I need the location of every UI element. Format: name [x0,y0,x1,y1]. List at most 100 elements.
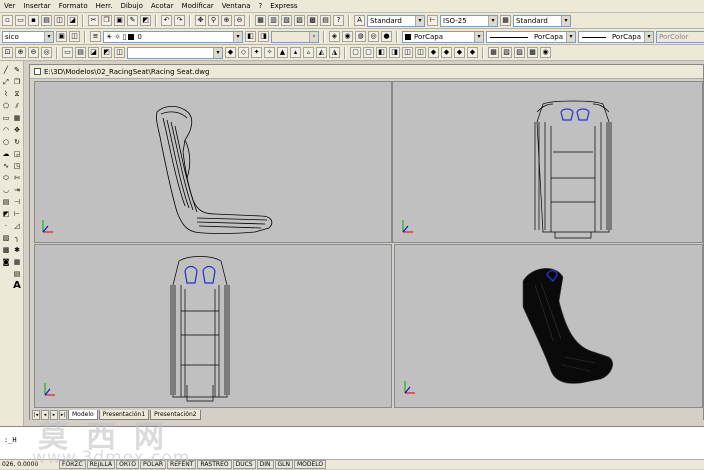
view-front-icon[interactable]: ◫ [402,47,413,58]
status-ortho-button[interactable]: ORTO [116,460,139,469]
array-icon[interactable]: ▦ [12,113,22,123]
command-line[interactable]: :_H [0,426,704,459]
color-select[interactable]: PorCapa ▾ [402,30,484,43]
multiline-text-icon[interactable]: ▤ [12,269,22,279]
status-model-button[interactable]: MODELO [293,460,327,469]
view-sw-iso-icon[interactable]: ◆ [428,47,439,58]
landscape-icon[interactable]: ▲ [277,47,288,58]
tab-presentacion1[interactable]: Presentación1 [98,410,150,420]
menu-acotar[interactable]: Acotar [147,2,178,10]
join-icon[interactable]: ⊢ [12,209,22,219]
view-right-icon[interactable]: ◨ [389,47,400,58]
region-icon[interactable]: ◙ [1,257,11,267]
tab-presentacion2[interactable]: Presentación2 [150,410,201,420]
move-icon[interactable]: ✥ [12,125,22,135]
tab-prev-icon[interactable]: ◂ [41,410,49,420]
named-views-icon[interactable]: ▭ [62,47,73,58]
fog-icon[interactable]: ▴ [290,47,301,58]
menu-ventana[interactable]: Ventana [218,2,255,10]
table-tool-icon[interactable]: ▦ [12,257,22,267]
text-tool-icon[interactable]: A [12,281,22,291]
material-icon[interactable]: ✧ [264,47,275,58]
new-icon[interactable]: ▫ [2,15,13,26]
scale-icon[interactable]: ◲ [12,149,22,159]
zoom-previous-icon[interactable]: ⊖ [234,15,245,26]
revision-cloud-icon[interactable]: ☁ [1,149,11,159]
erase-icon[interactable]: ✎ [12,65,22,75]
layer-match-icon[interactable]: ◉ [342,31,353,42]
markup-icon[interactable]: ▩ [307,15,318,26]
shade-2d-icon[interactable]: ▦ [488,47,499,58]
layout-icon[interactable]: ▤ [75,47,86,58]
shade-flat-icon[interactable]: ▩ [527,47,538,58]
line-icon[interactable]: ╱ [1,65,11,75]
orbit-icon[interactable]: ◎ [41,47,52,58]
insert-block-tool-icon[interactable]: ▤ [1,197,11,207]
view-top-icon[interactable]: ▢ [350,47,361,58]
render-icon[interactable]: ◆ [225,47,236,58]
lineweight-select[interactable]: PorCapa ▾ [578,30,654,43]
menu-express[interactable]: Express [266,2,301,10]
gradient-icon[interactable]: ▩ [1,245,11,255]
arc-icon[interactable]: ◠ [1,125,11,135]
status-grid-button[interactable]: REJILLA [86,460,116,469]
menu-dibujo[interactable]: Dibujo [116,2,146,10]
viewport-scale-select[interactable]: ▾ [127,46,223,59]
redo-icon[interactable]: ↷ [174,15,185,26]
layer-manager-icon[interactable]: ≡ [90,31,101,42]
properties-icon[interactable]: ▦ [255,15,266,26]
zoom-in-icon[interactable]: ⊕ [15,47,26,58]
preview-icon[interactable]: ◫ [54,15,65,26]
block-editor-icon[interactable]: ◩ [140,15,151,26]
construction-line-icon[interactable]: ⤢ [1,77,11,87]
status-snap-button[interactable]: FORZC [59,460,86,469]
layer-previous-icon[interactable]: ◨ [258,31,269,42]
tab-last-icon[interactable]: ▸| [59,410,67,420]
paste-icon[interactable]: ▣ [114,15,125,26]
polygon-icon[interactable]: ⬠ [1,101,11,111]
viewport-left[interactable] [34,81,392,243]
sheet-set-icon[interactable]: ▨ [294,15,305,26]
viewport-right[interactable] [392,81,703,243]
copy-icon[interactable]: ❐ [101,15,112,26]
mirror-icon[interactable]: ⧖ [12,89,22,99]
viewport-bottom-right[interactable] [394,244,703,408]
view-bottom-icon[interactable]: ▢ [363,47,374,58]
open-icon[interactable]: ▭ [15,15,26,26]
background-icon[interactable]: ▵ [303,47,314,58]
rectangle-icon[interactable]: ▭ [1,113,11,123]
hatch-icon[interactable]: ▨ [1,233,11,243]
cut-icon[interactable]: ✂ [88,15,99,26]
circle-icon[interactable]: ○ [1,137,11,147]
rotate-icon[interactable]: ↻ [12,137,22,147]
layer-tool-icon[interactable]: ◈ [329,31,340,42]
ellipse-icon[interactable]: ⬭ [1,173,11,183]
menu-ver[interactable]: Ver [0,2,19,10]
menu-insertar[interactable]: Insertar [19,2,54,10]
layer-select[interactable]: ☀ ☼ ▯ 0 ▾ [103,30,243,43]
print-icon[interactable]: ▤ [41,15,52,26]
shade-hidden-icon[interactable]: ▨ [514,47,525,58]
view-se-iso-icon[interactable]: ◆ [441,47,452,58]
break-icon[interactable]: ⊣ [12,197,22,207]
linetype-select[interactable]: PorCapa ▾ [486,30,576,43]
zoom-extents-icon[interactable]: ⊡ [2,47,13,58]
status-ducs-button[interactable]: DUCS [232,460,256,469]
viewport-bottom-left[interactable] [34,244,392,408]
status-osnap-button[interactable]: REFENT [167,460,197,469]
workspace-settings-icon[interactable]: ▣ [56,31,67,42]
menu-formato[interactable]: Formato [55,2,92,10]
scene-icon[interactable]: ◇ [238,47,249,58]
layer-off-icon[interactable]: ● [381,31,392,42]
block-icon[interactable]: ◩ [101,47,112,58]
explode-icon[interactable]: ✱ [12,245,22,255]
shade-gouraud-icon[interactable]: ◉ [540,47,551,58]
dim-style-select[interactable]: ISO-25 ▾ [440,14,498,27]
tab-first-icon[interactable]: |◂ [32,410,40,420]
calculator-icon[interactable]: ▤ [320,15,331,26]
menu-herramientas[interactable]: Herr. [92,2,117,10]
status-lwt-button[interactable]: GLN [274,460,293,469]
trim-icon[interactable]: ✄ [12,173,22,183]
match-properties-icon[interactable]: ✎ [127,15,138,26]
save-icon[interactable]: ▪ [28,15,39,26]
